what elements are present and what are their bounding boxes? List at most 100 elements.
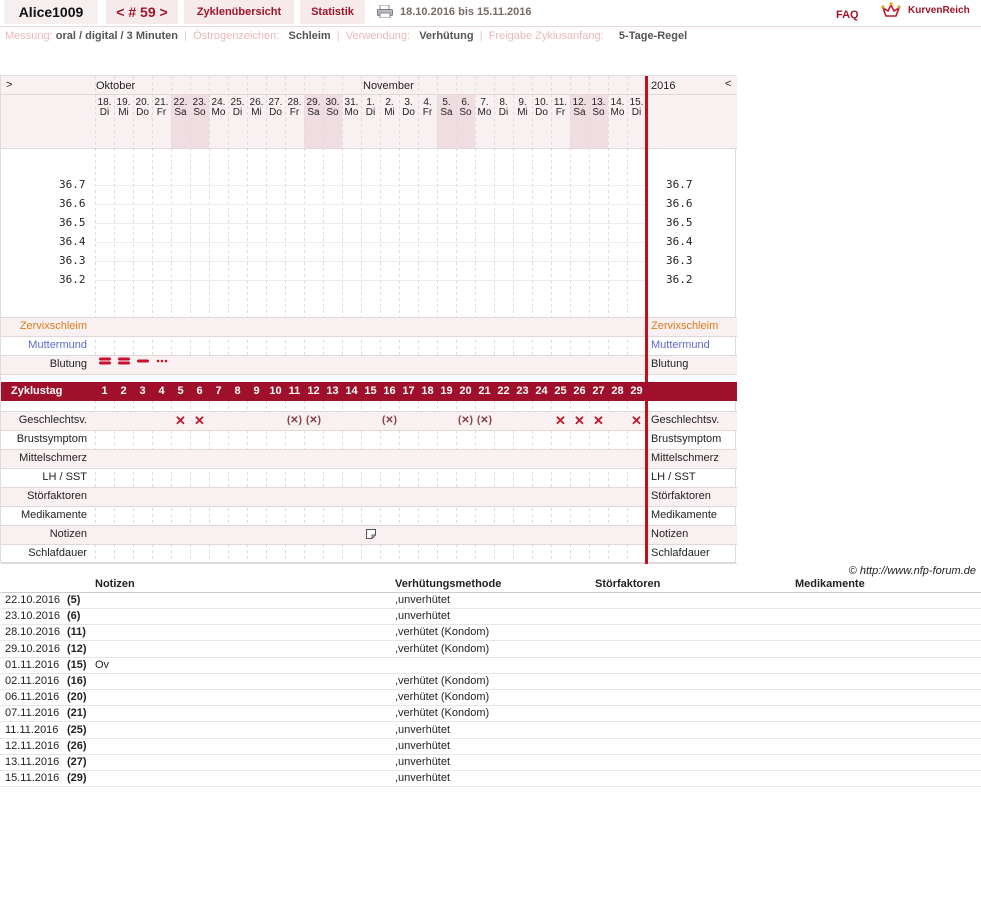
print-icon[interactable] [377, 5, 393, 18]
note-cycle-day: (12) [67, 642, 87, 655]
divider [1, 525, 737, 526]
intercourse-protected-mark[interactable]: (✕) [285, 413, 304, 429]
faq-link[interactable]: FAQ [836, 9, 859, 21]
temp-gridline [95, 242, 646, 243]
scroll-right-button[interactable]: > [6, 79, 12, 91]
col-notizen: Notizen [95, 578, 135, 590]
cycle-day: 9 [253, 385, 260, 397]
row-band [1, 449, 737, 468]
note-cycle-day: (16) [67, 675, 87, 687]
note-date: 06.11.2016 [5, 691, 60, 704]
temp-tick-label: 36.6 [666, 197, 693, 210]
note-method: ,unverhütet [395, 594, 451, 606]
cycle-day: 2 [120, 385, 127, 397]
note-date: 11.11.2016 [5, 723, 59, 736]
divider [1, 374, 737, 375]
note-date: 29.10.2016 [5, 642, 61, 655]
note-date: 01.11.2016 [5, 658, 60, 671]
note-cycle-day: (26) [67, 739, 87, 752]
divider [1, 317, 737, 318]
cycle-day: 23 [516, 385, 529, 397]
row-band [1, 487, 737, 506]
cycle-day: 4 [158, 385, 165, 397]
temp-tick-label: 36.2 [59, 273, 86, 286]
note-method: ,unverhütet [395, 610, 451, 623]
intercourse-protected-mark[interactable]: (✕) [304, 413, 323, 429]
row-label-medi-right: Medikamente [651, 509, 718, 521]
tab-cycle-overview[interactable]: Zyklenübersicht [184, 0, 294, 24]
intercourse-protected-mark[interactable]: (✕) [475, 413, 494, 429]
bleeding-mark [98, 357, 111, 365]
day-weekday: Fr [156, 107, 167, 118]
notes-row: 29.10.2016 (12) ,verhütet (Kondom) [0, 641, 981, 658]
cycle-day: 14 [345, 385, 358, 397]
separator: | [476, 30, 486, 42]
intercourse-unprotected-mark[interactable]: ✕ [570, 413, 589, 429]
day-weekday: Sa [573, 107, 586, 118]
note-method: ,unverhütet [395, 739, 451, 752]
intercourse-unprotected-mark[interactable]: ✕ [627, 413, 646, 429]
crown-logo-icon[interactable] [881, 2, 901, 20]
cycle-day: 13 [326, 385, 339, 397]
muttermund-label: Muttermund [28, 339, 87, 351]
divider [1, 449, 737, 450]
divider [1, 506, 737, 507]
intercourse-unprotected-mark[interactable]: ✕ [190, 413, 209, 429]
day-weekday: Di [99, 107, 110, 118]
row-label-brust: Brustsymptom [16, 433, 87, 445]
username[interactable]: Alice1009 [4, 0, 98, 24]
top-bar: Alice1009 < # 59 > Zyklenübersicht Stati… [0, 0, 981, 27]
intercourse-protected-mark[interactable]: (✕) [456, 413, 475, 429]
row-label-notizen-right: Notizen [651, 528, 689, 540]
bleeding-mark [156, 359, 167, 363]
oestrogen-label: Östrogenzeichen: [193, 30, 280, 42]
blutung-label-right: Blutung [651, 358, 689, 370]
day-weekday: Mi [251, 107, 262, 118]
note-date: 22.10.2016 [5, 594, 61, 606]
month-label-october: Oktober [96, 80, 136, 92]
intercourse-unprotected-mark[interactable]: ✕ [551, 413, 570, 429]
col-verhuetung: Verhütungsmethode [395, 578, 502, 590]
tab-statistics[interactable]: Statistik [300, 0, 365, 24]
row-label-mittel: Mittelschmerz [19, 452, 87, 464]
today-line [645, 374, 648, 382]
bleeding-mark [136, 359, 149, 363]
divider [1, 563, 737, 564]
muttermund-label-right: Muttermund [651, 339, 710, 351]
date-range: 18.10.2016 bis 15.11.2016 [400, 6, 532, 18]
cycle-day: 20 [459, 385, 472, 397]
notes-row: 15.11.2016 (29) ,unverhütet [0, 770, 981, 788]
cycle-day: 24 [535, 385, 548, 397]
cycle-navigator[interactable]: < # 59 > [106, 0, 178, 24]
cycle-day: 16 [383, 385, 396, 397]
temp-tick-label: 36.5 [59, 216, 86, 229]
cycle-day: 28 [611, 385, 624, 397]
day-weekday: So [592, 107, 605, 118]
temp-tick-label: 36.7 [59, 178, 86, 191]
today-line [645, 76, 648, 317]
day-weekday: Mo [211, 107, 226, 118]
intercourse-unprotected-mark[interactable]: ✕ [589, 413, 608, 429]
logo-text[interactable]: KurvenReich [908, 5, 970, 16]
day-weekday: Do [136, 107, 149, 118]
note-icon[interactable] [366, 529, 376, 539]
temp-tick-label: 36.4 [59, 235, 86, 248]
cycle-day: 15 [364, 385, 377, 397]
notes-row: 06.11.2016 (20) ,verhütet (Kondom) [0, 689, 981, 707]
temp-gridline [95, 261, 646, 262]
day-weekday: Sa [174, 107, 187, 118]
separator: | [333, 30, 343, 42]
zervix-label-right: Zervixschleim [651, 320, 719, 332]
intercourse-protected-mark[interactable]: (✕) [380, 413, 399, 429]
divider [1, 544, 737, 545]
cycle-day: 19 [440, 385, 453, 397]
cycle-day: 12 [307, 385, 320, 397]
intercourse-unprotected-mark[interactable]: ✕ [171, 413, 190, 429]
row-label-schlaf-right: Schlafdauer [651, 547, 710, 559]
verwendung-value: Verhütung [419, 30, 474, 42]
scroll-left-button[interactable]: < [725, 78, 731, 90]
notes-row: 23.10.2016 (6) ,unverhütet [0, 608, 981, 626]
cycle-day: 6 [196, 385, 203, 397]
cycle-day: 18 [421, 385, 434, 397]
note-cycle-day: (11) [67, 626, 86, 639]
